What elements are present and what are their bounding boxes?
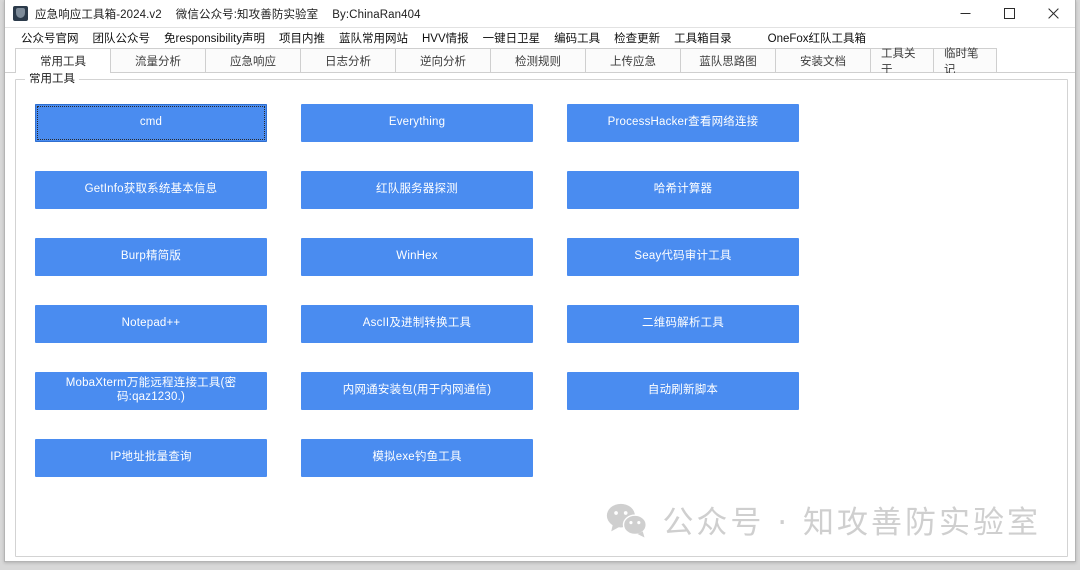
- tab-anzhuang-wendang[interactable]: 安装文档: [775, 48, 871, 72]
- menu-item-mianze-shengming[interactable]: 免responsibility声明: [157, 29, 272, 48]
- tool-cell: MobaXterm万能远程连接工具(密码:qaz1230.): [35, 372, 301, 439]
- tool-cell: 哈希计算器: [567, 171, 833, 238]
- tool-button-zidong-shuaxin-jiaoben[interactable]: 自动刷新脚本: [567, 372, 799, 410]
- common-tools-groupbox: 常用工具 cmd Everything ProcessHacker查看网络连接 …: [15, 73, 1068, 557]
- menu-item-jiancha-gengxin[interactable]: 检查更新: [607, 29, 667, 48]
- menu-item-bianma-gongju[interactable]: 编码工具: [547, 29, 607, 48]
- tool-cell: 内网通安装包(用于内网通信): [301, 372, 567, 439]
- tool-button-everything[interactable]: Everything: [301, 104, 533, 142]
- tool-cell: 自动刷新脚本: [567, 372, 833, 439]
- tool-cell: ProcessHacker查看网络连接: [567, 104, 833, 171]
- minimize-icon: [960, 13, 970, 14]
- tool-cell: 模拟exe钓鱼工具: [301, 439, 567, 506]
- tool-cell: Everything: [301, 104, 567, 171]
- close-icon: [1047, 8, 1059, 19]
- tool-button-cmd[interactable]: cmd: [35, 104, 267, 142]
- menu-item-onefox-hongdui-gongjuxiang[interactable]: OneFox红队工具箱: [761, 29, 873, 48]
- tool-cell: Burp精简版: [35, 238, 301, 305]
- tab-strip: 常用工具 流量分析 应急响应 日志分析 逆向分析 检测规则 上传应急 蓝队思路图…: [5, 48, 1075, 76]
- maximize-button[interactable]: [987, 0, 1031, 27]
- menu-item-yijian-riweixing[interactable]: 一键日卫星: [476, 29, 548, 48]
- tab-yingji-xiangying[interactable]: 应急响应: [205, 48, 301, 72]
- tool-button-burp-jingjianban[interactable]: Burp精简版: [35, 238, 267, 276]
- tool-button-grid: cmd Everything ProcessHacker查看网络连接 GetIn…: [35, 104, 1057, 506]
- tool-button-processhacker[interactable]: ProcessHacker查看网络连接: [567, 104, 799, 142]
- tool-cell: 二维码解析工具: [567, 305, 833, 372]
- shield-icon: [13, 6, 28, 21]
- menu-item-tuandui-gongzhonghao[interactable]: 团队公众号: [86, 29, 158, 48]
- menu-item-hvv-qingbao[interactable]: HVV情报: [415, 29, 476, 48]
- close-button[interactable]: [1031, 0, 1075, 27]
- title-author-text: By:ChinaRan404: [332, 8, 421, 21]
- tool-button-ip-piliang-chaxun[interactable]: IP地址批量查询: [35, 439, 267, 477]
- content-area: 常用工具 cmd Everything ProcessHacker查看网络连接 …: [5, 73, 1075, 561]
- tool-cell: GetInfo获取系统基本信息: [35, 171, 301, 238]
- tool-button-seay-daima-shenji[interactable]: Seay代码审计工具: [567, 238, 799, 276]
- tool-cell: Seay代码审计工具: [567, 238, 833, 305]
- menu-item-xiangmu-neitui[interactable]: 项目内推: [272, 29, 332, 48]
- tab-jiance-guize[interactable]: 检测规则: [490, 48, 586, 72]
- tab-landui-silutu[interactable]: 蓝队思路图: [680, 48, 776, 72]
- application-window: 应急响应工具箱-2024.v2 微信公众号:知攻善防实验室 By:ChinaRan4…: [4, 0, 1076, 562]
- tool-cell: cmd: [35, 104, 301, 171]
- tab-nixiang-fenxi[interactable]: 逆向分析: [395, 48, 491, 72]
- menu-item-gongjuxiang-mulu[interactable]: 工具箱目录: [667, 29, 739, 48]
- tool-cell: Notepad++: [35, 305, 301, 372]
- tool-button-erweima-jiexi[interactable]: 二维码解析工具: [567, 305, 799, 343]
- tool-cell: 红队服务器探测: [301, 171, 567, 238]
- tool-cell: IP地址批量查询: [35, 439, 301, 506]
- tab-liuliang-fenxi[interactable]: 流量分析: [110, 48, 206, 72]
- tool-button-neiwangtong-anzhuangbao[interactable]: 内网通安装包(用于内网通信): [301, 372, 533, 410]
- title-bar: 应急响应工具箱-2024.v2 微信公众号:知攻善防实验室 By:ChinaRan4…: [5, 0, 1075, 28]
- tab-linshi-biji[interactable]: 临时笔记: [933, 48, 997, 76]
- groupbox-title: 常用工具: [25, 73, 79, 86]
- tab-changyong-gongju[interactable]: 常用工具: [15, 48, 111, 73]
- minimize-button[interactable]: [943, 0, 987, 27]
- tool-button-getinfo[interactable]: GetInfo获取系统基本信息: [35, 171, 267, 209]
- title-main-text: 应急响应工具箱-2024.v2: [35, 8, 162, 21]
- window-controls: [943, 0, 1075, 27]
- app-root: 应急响应工具箱-2024.v2 微信公众号:知攻善防实验室 By:ChinaRan4…: [0, 0, 1080, 570]
- tab-shangchuan-yingji[interactable]: 上传应急: [585, 48, 681, 72]
- tool-button-moni-exe-diaoyu[interactable]: 模拟exe钓鱼工具: [301, 439, 533, 477]
- title-wechat-text: 微信公众号:知攻善防实验室: [175, 8, 319, 21]
- tool-cell: WinHex: [301, 238, 567, 305]
- tool-button-ascii-jinzhi-zhuanhuan[interactable]: AscII及进制转换工具: [301, 305, 533, 343]
- tool-button-winhex[interactable]: WinHex: [301, 238, 533, 276]
- menu-item-landui-changyong-wangzhan[interactable]: 蓝队常用网站: [332, 29, 415, 48]
- tab-gongju-guanyu[interactable]: 工具关于: [870, 48, 934, 76]
- menu-item-gongzhonghao-guanwang[interactable]: 公众号官网: [14, 29, 86, 48]
- tool-button-notepadpp[interactable]: Notepad++: [35, 305, 267, 343]
- tool-button-hash-jisuanqi[interactable]: 哈希计算器: [567, 171, 799, 209]
- tab-rizhi-fenxi[interactable]: 日志分析: [300, 48, 396, 72]
- maximize-icon: [1003, 8, 1015, 19]
- window-title: 应急响应工具箱-2024.v2 微信公众号:知攻善防实验室 By:ChinaRan4…: [35, 6, 435, 22]
- tool-cell: AscII及进制转换工具: [301, 305, 567, 372]
- tool-button-hongdui-fuwuqi-tance[interactable]: 红队服务器探测: [301, 171, 533, 209]
- tool-button-mobaxterm[interactable]: MobaXterm万能远程连接工具(密码:qaz1230.): [35, 372, 267, 410]
- wechat-icon: [607, 503, 648, 537]
